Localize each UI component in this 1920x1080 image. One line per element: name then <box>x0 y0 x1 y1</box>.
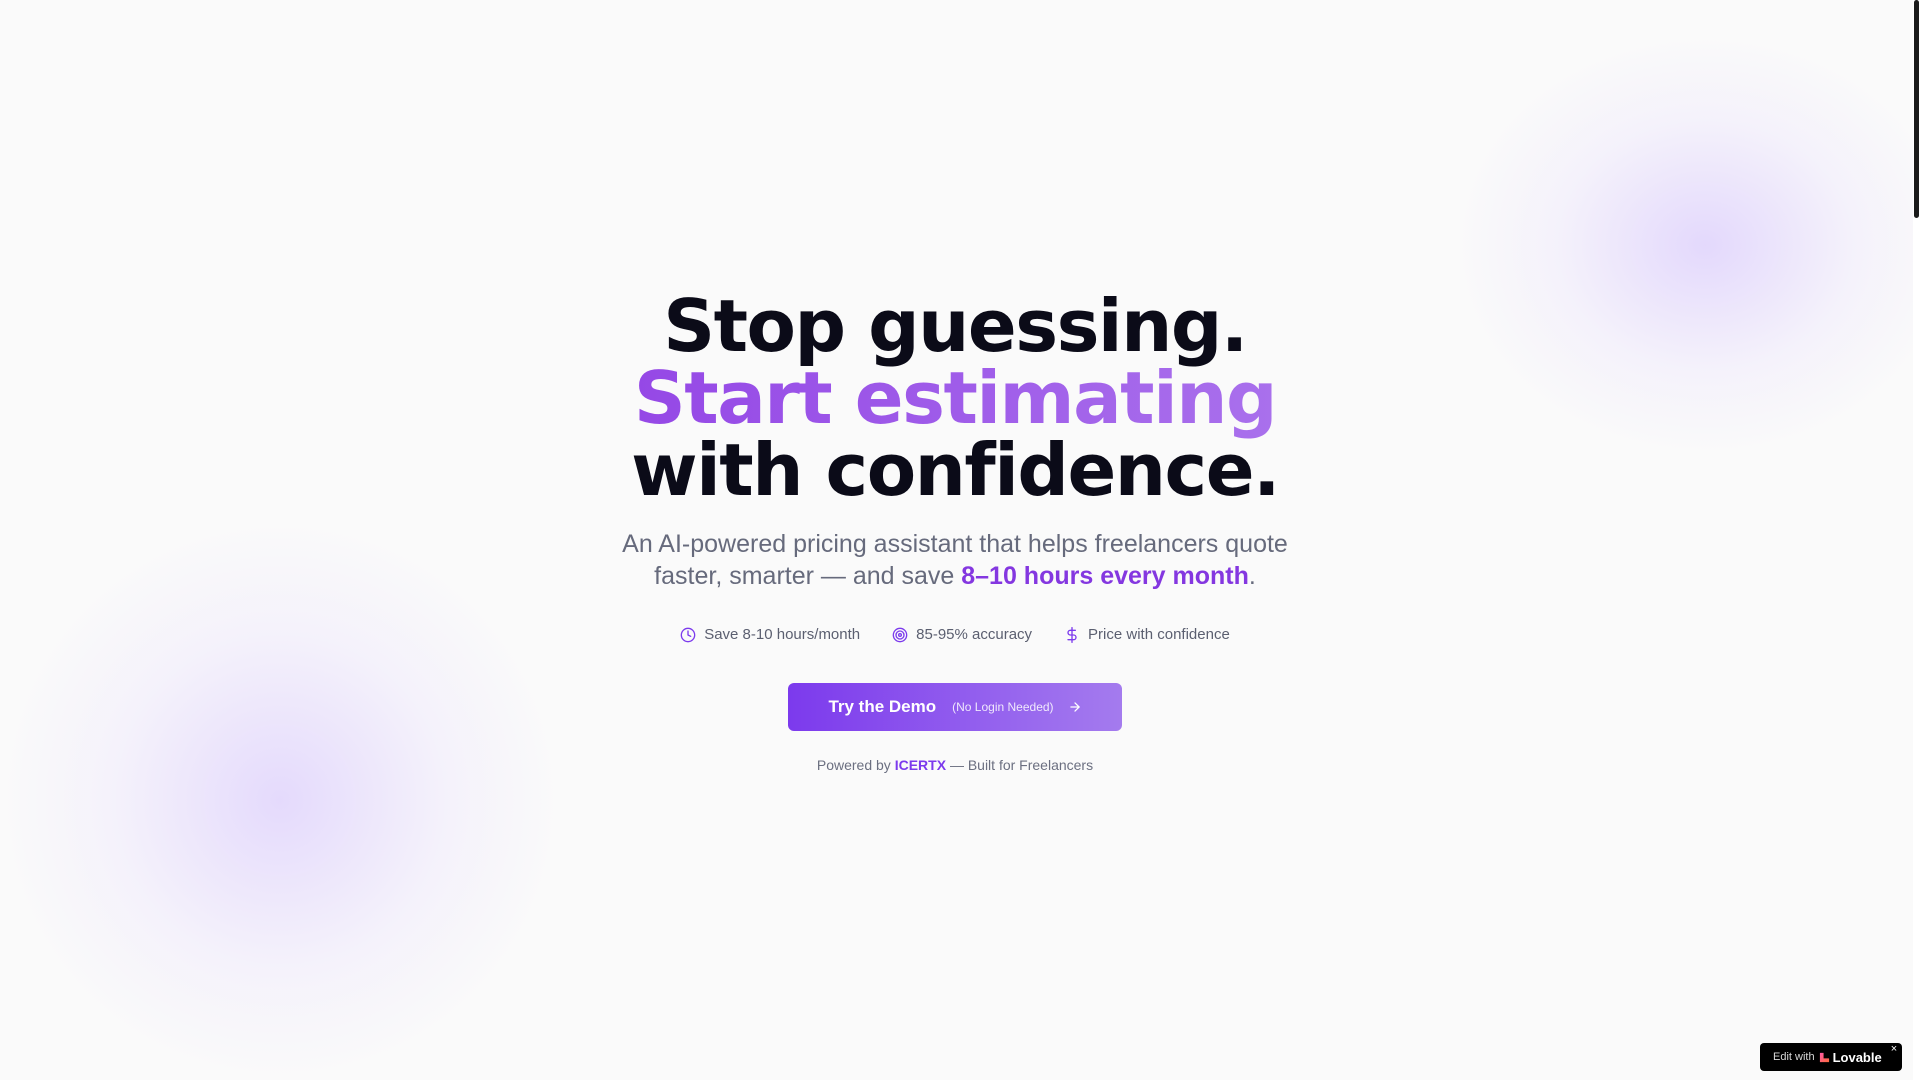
target-icon <box>892 627 908 642</box>
cta-note: (No Login Needed) <box>952 700 1054 714</box>
clock-icon <box>680 627 696 642</box>
badge-prefix: Edit with <box>1773 1051 1815 1063</box>
hero-subheadline: An AI-powered pricing assistant that hel… <box>595 528 1315 592</box>
arrow-right-icon <box>1069 702 1080 712</box>
feature-confidence: Price with confidence <box>1064 626 1230 643</box>
powered-by-line: Powered by ICERTX — Built for Freelancer… <box>817 757 1093 773</box>
badge-close-button[interactable]: × <box>1888 1043 1900 1055</box>
feature-time-saved: Save 8-10 hours/month <box>680 626 860 643</box>
badge-brand: Lovable <box>1832 1049 1882 1065</box>
subhead-end: . <box>1248 562 1256 590</box>
hero-headline: Stop guessing. Start estimating with con… <box>585 290 1325 506</box>
feature-list: Save 8-10 hours/month 85-95% accuracy Pr… <box>680 626 1230 643</box>
headline-part-2: with confidence. <box>631 428 1280 512</box>
page-scrollbar[interactable] <box>1913 0 1920 1080</box>
edit-with-lovable-badge[interactable]: Edit with Lovable <box>1760 1043 1902 1071</box>
cta-label: Try the Demo <box>828 697 937 716</box>
powered-suffix: — Built for Freelancers <box>949 757 1094 773</box>
feature-accuracy: 85-95% accuracy <box>892 626 1032 643</box>
try-demo-button[interactable]: Try the Demo (No Login Needed) <box>788 683 1122 731</box>
subhead-highlight: 8–10 hours every month <box>961 562 1249 590</box>
feature-label: Price with confidence <box>1088 626 1230 643</box>
feature-label: 85-95% accuracy <box>916 626 1033 643</box>
feature-label: Save 8-10 hours/month <box>704 626 861 643</box>
dollar-icon <box>1067 626 1077 643</box>
hero-section: Stop guessing. Start estimating with con… <box>0 290 1910 773</box>
powered-prefix: Powered by <box>816 757 891 773</box>
powered-brand: ICERTX <box>894 757 947 773</box>
scrollbar-thumb[interactable] <box>1914 0 1919 218</box>
lovable-logo-icon <box>1819 1052 1829 1062</box>
